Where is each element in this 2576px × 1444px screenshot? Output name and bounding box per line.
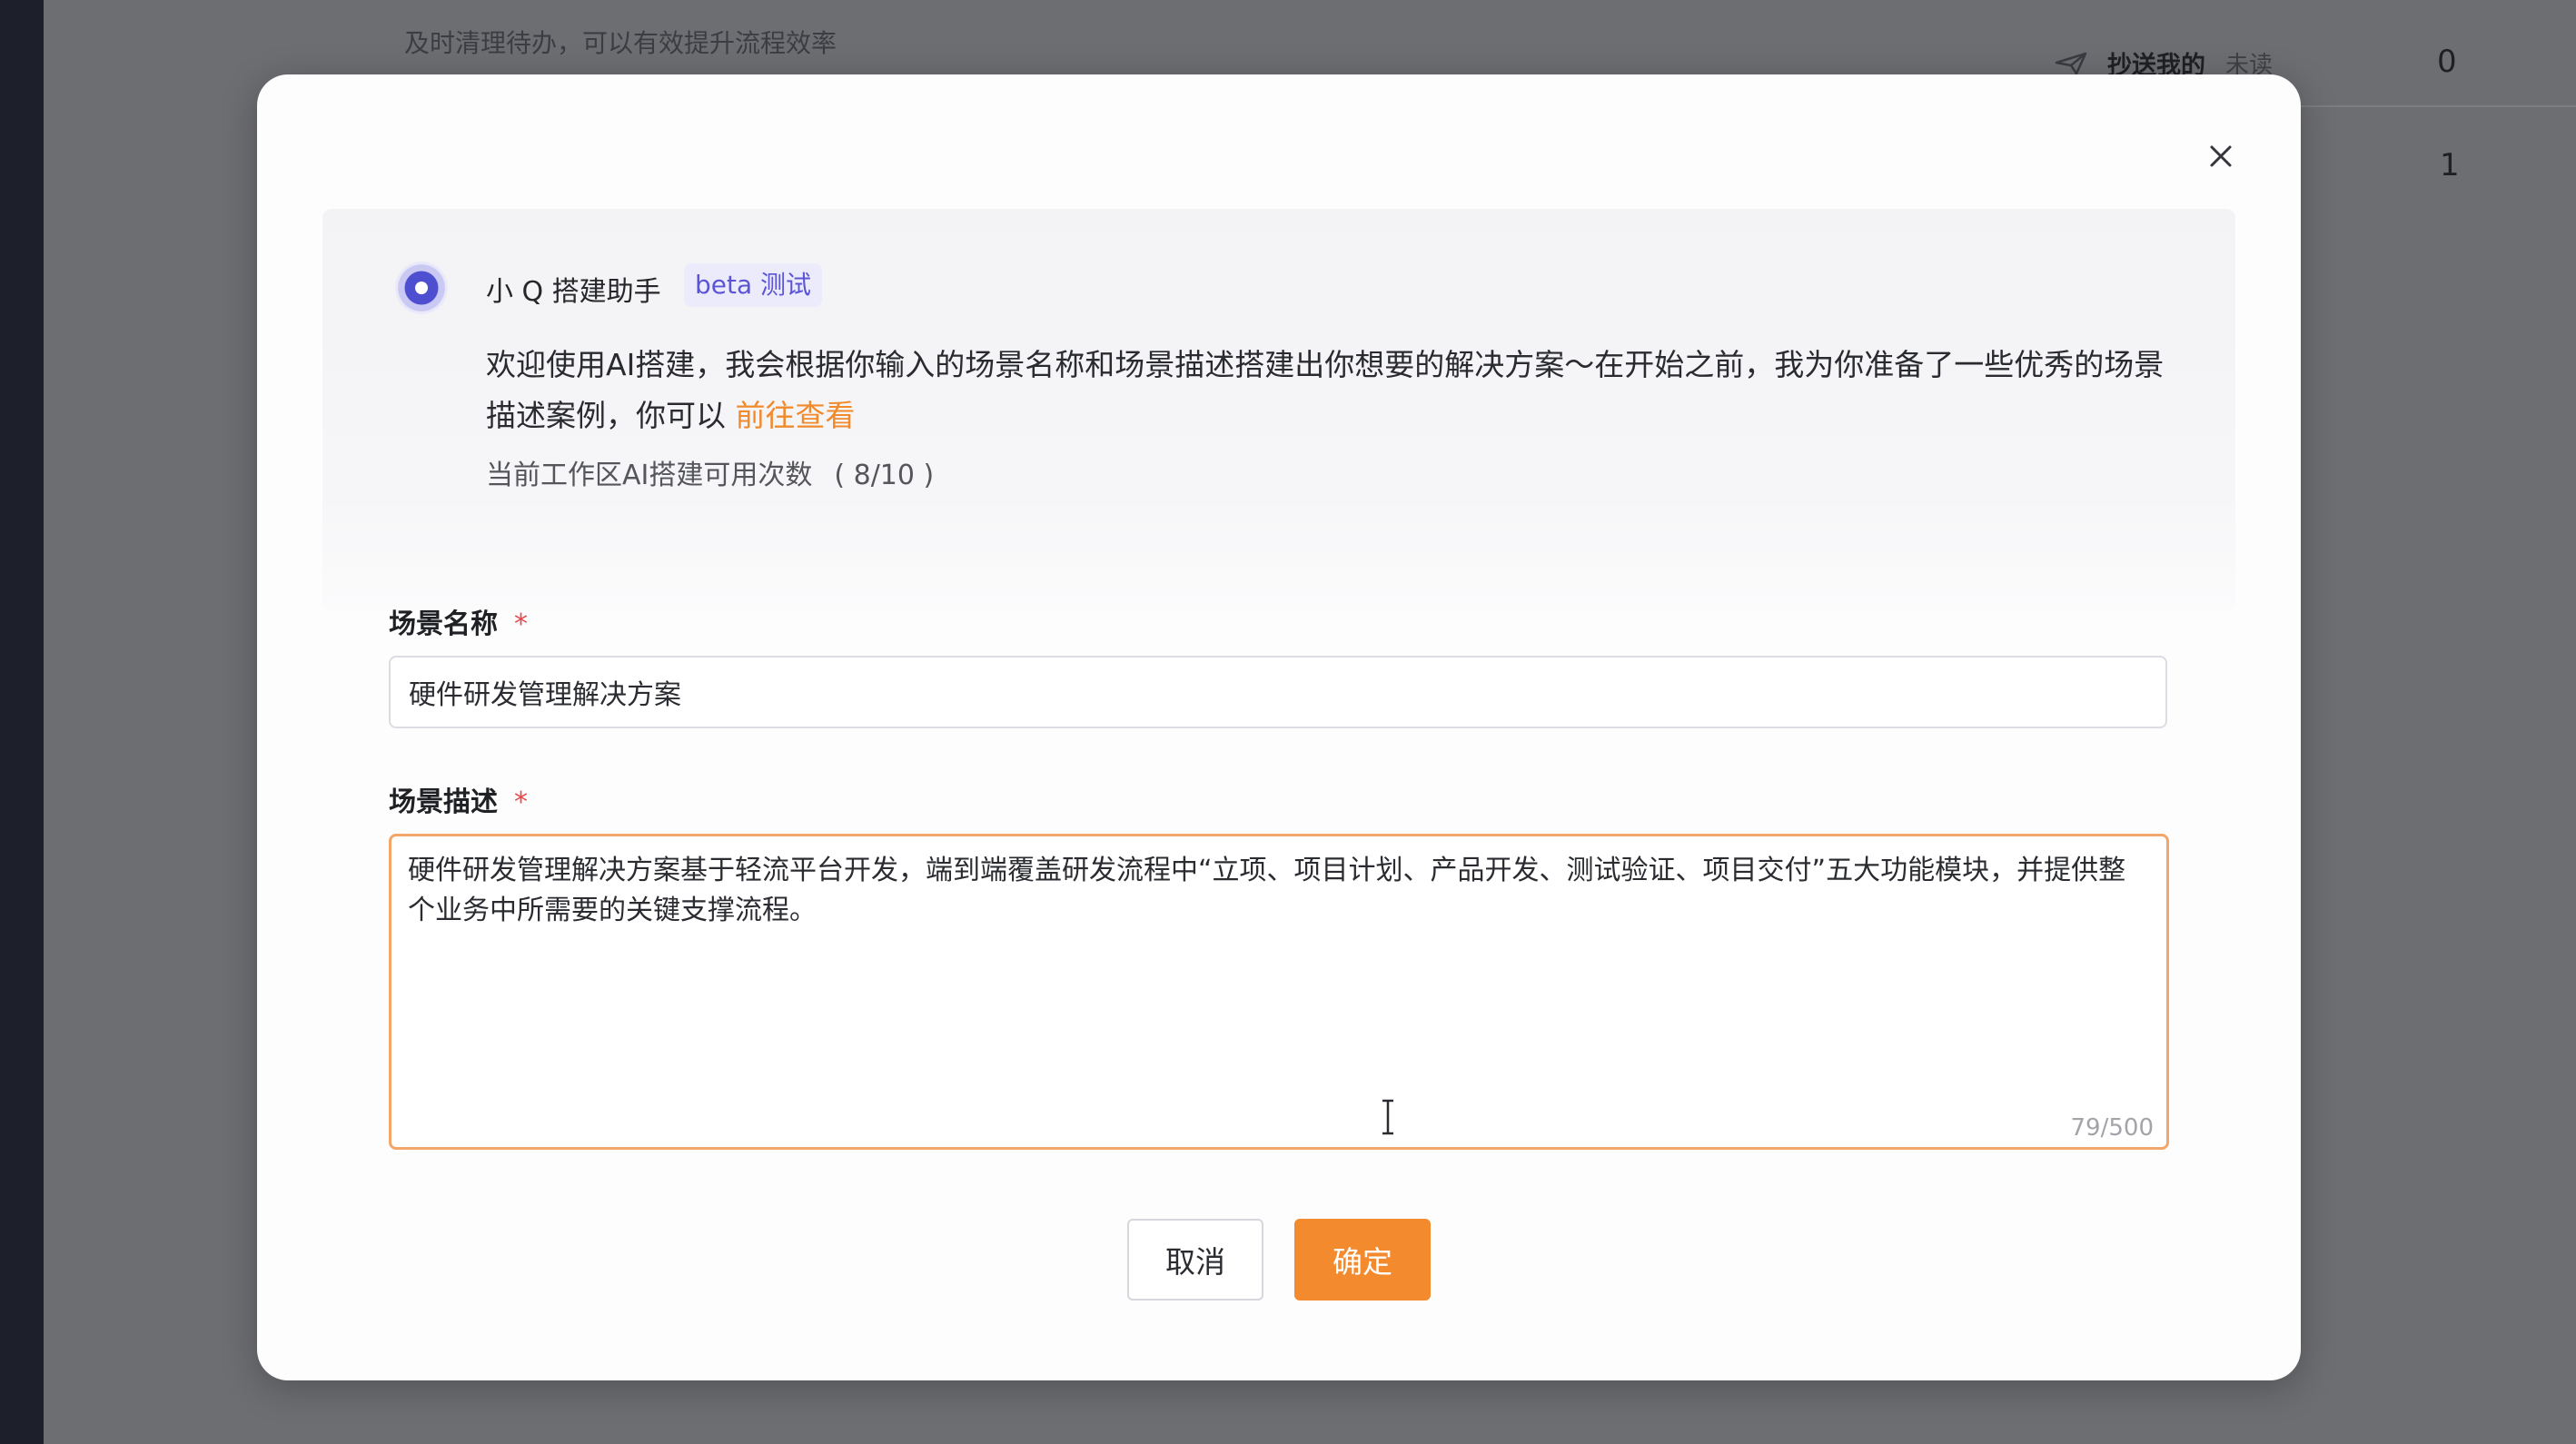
welcome-message: 欢迎使用AI搭建，我会根据你输入的场景名称和场景描述搭建出你想要的解决方案～在开… [486, 340, 2175, 441]
scene-description-label: 场景描述 * [389, 786, 528, 818]
beta-badge: beta 测试 [684, 263, 823, 307]
assistant-avatar-icon [395, 262, 448, 314]
character-count: 79/500 [2070, 1114, 2154, 1142]
required-marker: * [514, 608, 528, 640]
view-examples-link[interactable]: 前往查看 [736, 398, 856, 433]
close-icon [2210, 145, 2232, 167]
scene-name-label: 场景名称 * [389, 608, 528, 640]
page: 及时清理待办，可以有效提升流程效率 抄送我的 未读 0 1 小 Q 搭建助手 b… [0, 0, 2576, 1444]
confirm-button[interactable]: 确定 [1294, 1219, 1431, 1301]
assistant-name: 小 Q 搭建助手 [486, 276, 661, 308]
quota-label: 当前工作区AI搭建可用次数 [486, 460, 813, 491]
background-count-cc: 0 [2437, 44, 2457, 80]
text-cursor-icon [1382, 1099, 1393, 1135]
cancel-button[interactable]: 取消 [1127, 1219, 1263, 1301]
required-marker: * [514, 786, 528, 818]
ai-quota: 当前工作区AI搭建可用次数 ( 8/10 ) [486, 452, 934, 492]
close-button[interactable] [2194, 129, 2248, 183]
background-hint-text: 及时清理待办，可以有效提升流程效率 [404, 28, 837, 58]
paper-plane-icon [2055, 52, 2087, 74]
scene-name-input[interactable] [389, 656, 2167, 728]
background-count-second: 1 [2440, 147, 2460, 183]
scene-description-input[interactable]: 硬件研发管理解决方案基于轻流平台开发，端到端覆盖研发流程中“立项、项目计划、产品… [408, 851, 2152, 1114]
scene-description-box: 硬件研发管理解决方案基于轻流平台开发，端到端覆盖研发流程中“立项、项目计划、产品… [389, 834, 2169, 1150]
ai-build-dialog: 小 Q 搭建助手 beta 测试 欢迎使用AI搭建，我会根据你输入的场景名称和场… [257, 74, 2301, 1380]
quota-value: ( 8/10 ) [834, 460, 935, 491]
left-sidebar-strip [0, 0, 44, 1444]
